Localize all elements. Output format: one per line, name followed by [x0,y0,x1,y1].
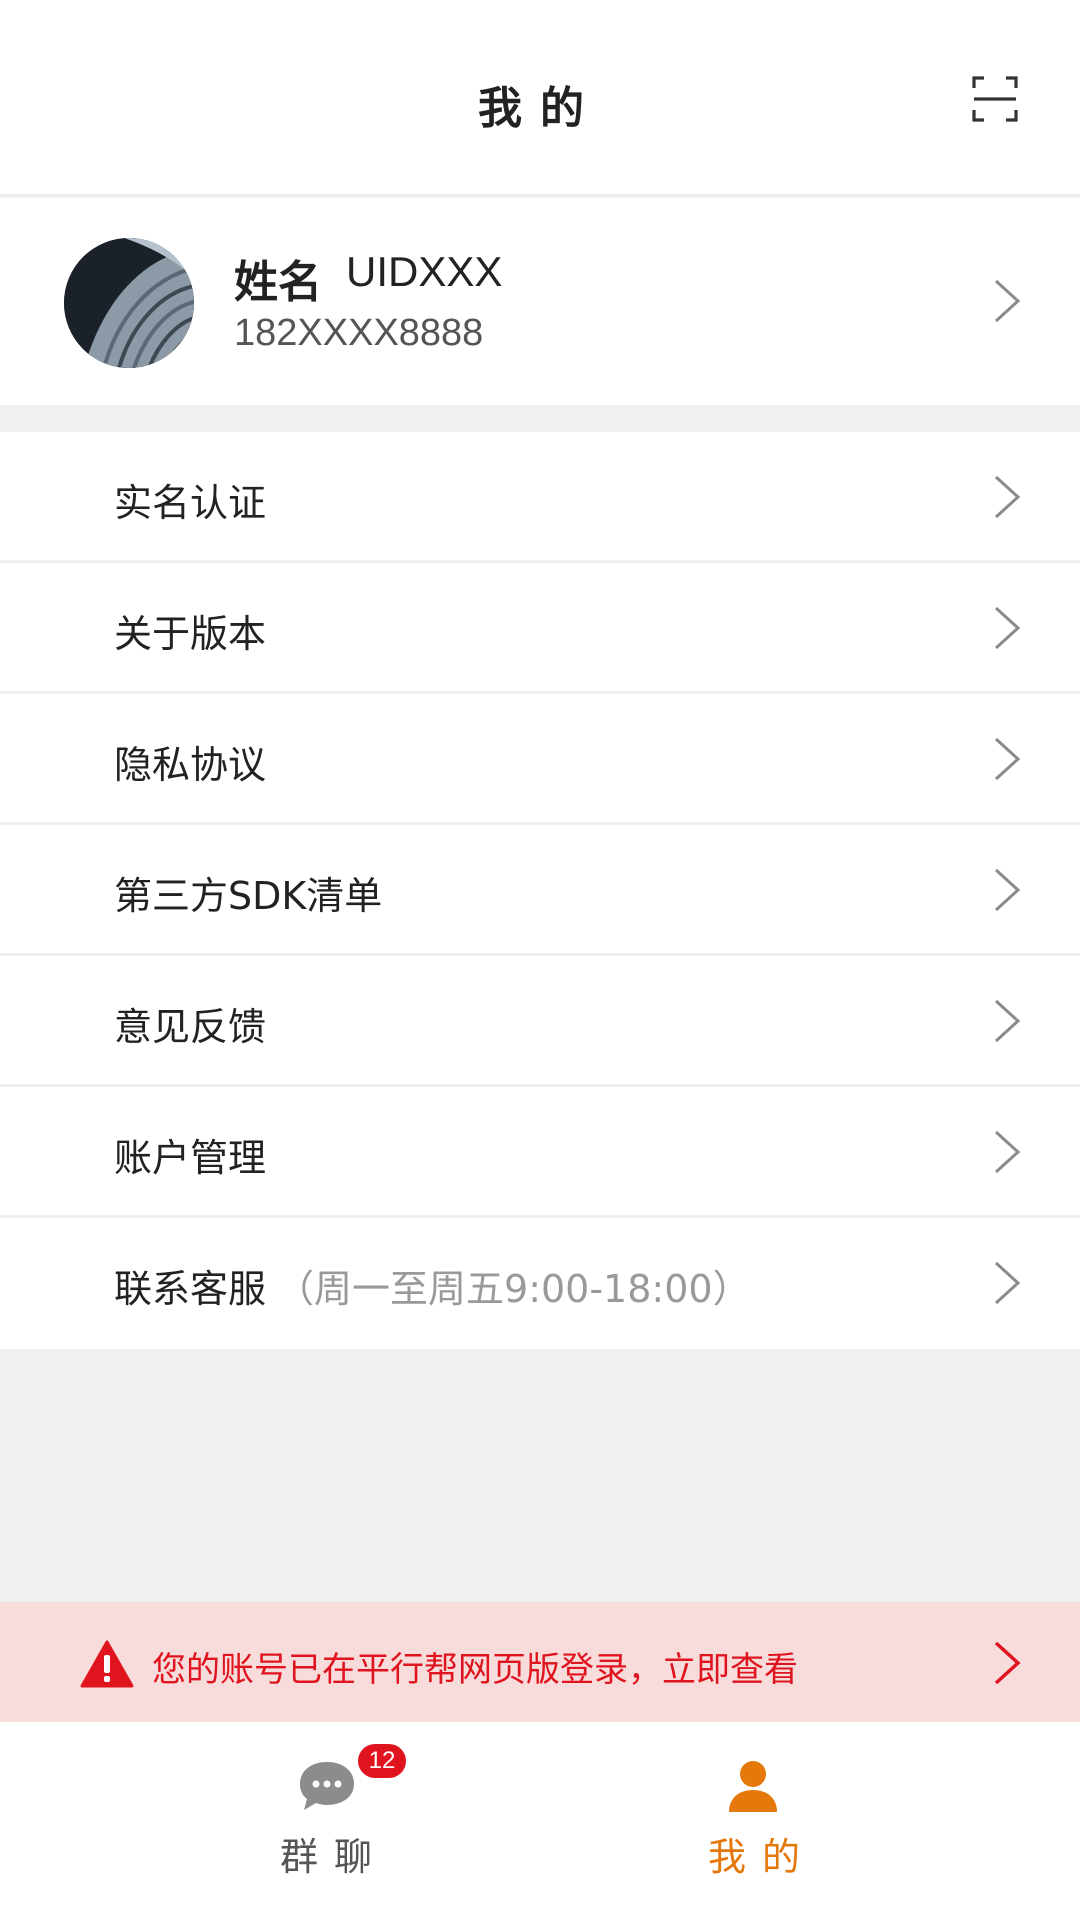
menu-item-label: 意见反馈 [114,1005,267,1049]
menu-item-sdk-list[interactable]: 第三方SDK清单 [0,825,1080,956]
chevron-right-icon [994,475,1021,519]
profile-uid: UIDXXX [346,248,503,295]
menu-item-label: 账户管理 [114,1136,267,1180]
menu-item-customer-service[interactable]: 联系客服 （周一至周五9:00-18:00） [0,1218,1080,1349]
chat-icon [300,1762,354,1810]
menu-item-account[interactable]: 账户管理 [0,1087,1080,1218]
chevron-right-icon [994,868,1021,912]
menu-item-feedback[interactable]: 意见反馈 [0,956,1080,1087]
chevron-right-icon [994,999,1021,1043]
header: 我的 [0,0,1080,196]
chevron-right-icon [994,737,1021,781]
profile-name: 姓名 [234,257,322,308]
warning-icon [80,1640,134,1688]
menu-item-label: 隐私协议 [114,743,267,787]
chevron-right-icon [994,279,1021,323]
menu-item-about-version[interactable]: 关于版本 [0,563,1080,694]
unread-badge: 12 [358,1744,406,1778]
menu-item-label: 联系客服 [114,1267,267,1311]
menu-item-label-wrap: 联系客服 （周一至周五9:00-18:00） [114,1258,751,1313]
app-root: 我的 姓名 UIDXXX 182XXXX8888 实名认证 关于版本 隐私协议 … [0,0,1080,1920]
menu-item-label: 第三方SDK清单 [114,874,383,918]
chevron-right-icon [994,1130,1021,1174]
profile-phone: 182XXXX8888 [234,312,484,354]
bottom-tab-bar: 12 群聊 我的 [0,1722,1080,1920]
login-alert-banner[interactable]: 您的账号已在平行帮网页版登录，立即查看 [0,1602,1080,1722]
user-icon [729,1761,777,1812]
tab-mine[interactable]: 我的 [540,1722,1080,1920]
alert-text: 您的账号已在平行帮网页版登录，立即查看 [152,1650,798,1690]
menu-item-real-name[interactable]: 实名认证 [0,432,1080,563]
tab-label: 我的 [708,1835,817,1879]
chevron-right-icon [994,1261,1021,1305]
chevron-right-icon [994,606,1021,650]
profile-card[interactable]: 姓名 UIDXXX 182XXXX8888 [0,198,1080,405]
menu-item-label: 实名认证 [114,481,267,525]
tab-label: 群聊 [280,1835,389,1879]
tab-group-chat[interactable]: 12 群聊 [0,1722,540,1920]
avatar [64,238,194,368]
menu-item-label: 关于版本 [114,612,267,656]
page-title: 我的 [478,83,602,134]
settings-menu: 实名认证 关于版本 隐私协议 第三方SDK清单 意见反馈 账户管理 联系客服 （周… [0,432,1080,1349]
chevron-right-icon [994,1641,1021,1685]
service-hours: （周一至周五9:00-18:00） [276,1267,751,1311]
menu-item-privacy[interactable]: 隐私协议 [0,694,1080,825]
scan-icon[interactable] [972,76,1018,122]
